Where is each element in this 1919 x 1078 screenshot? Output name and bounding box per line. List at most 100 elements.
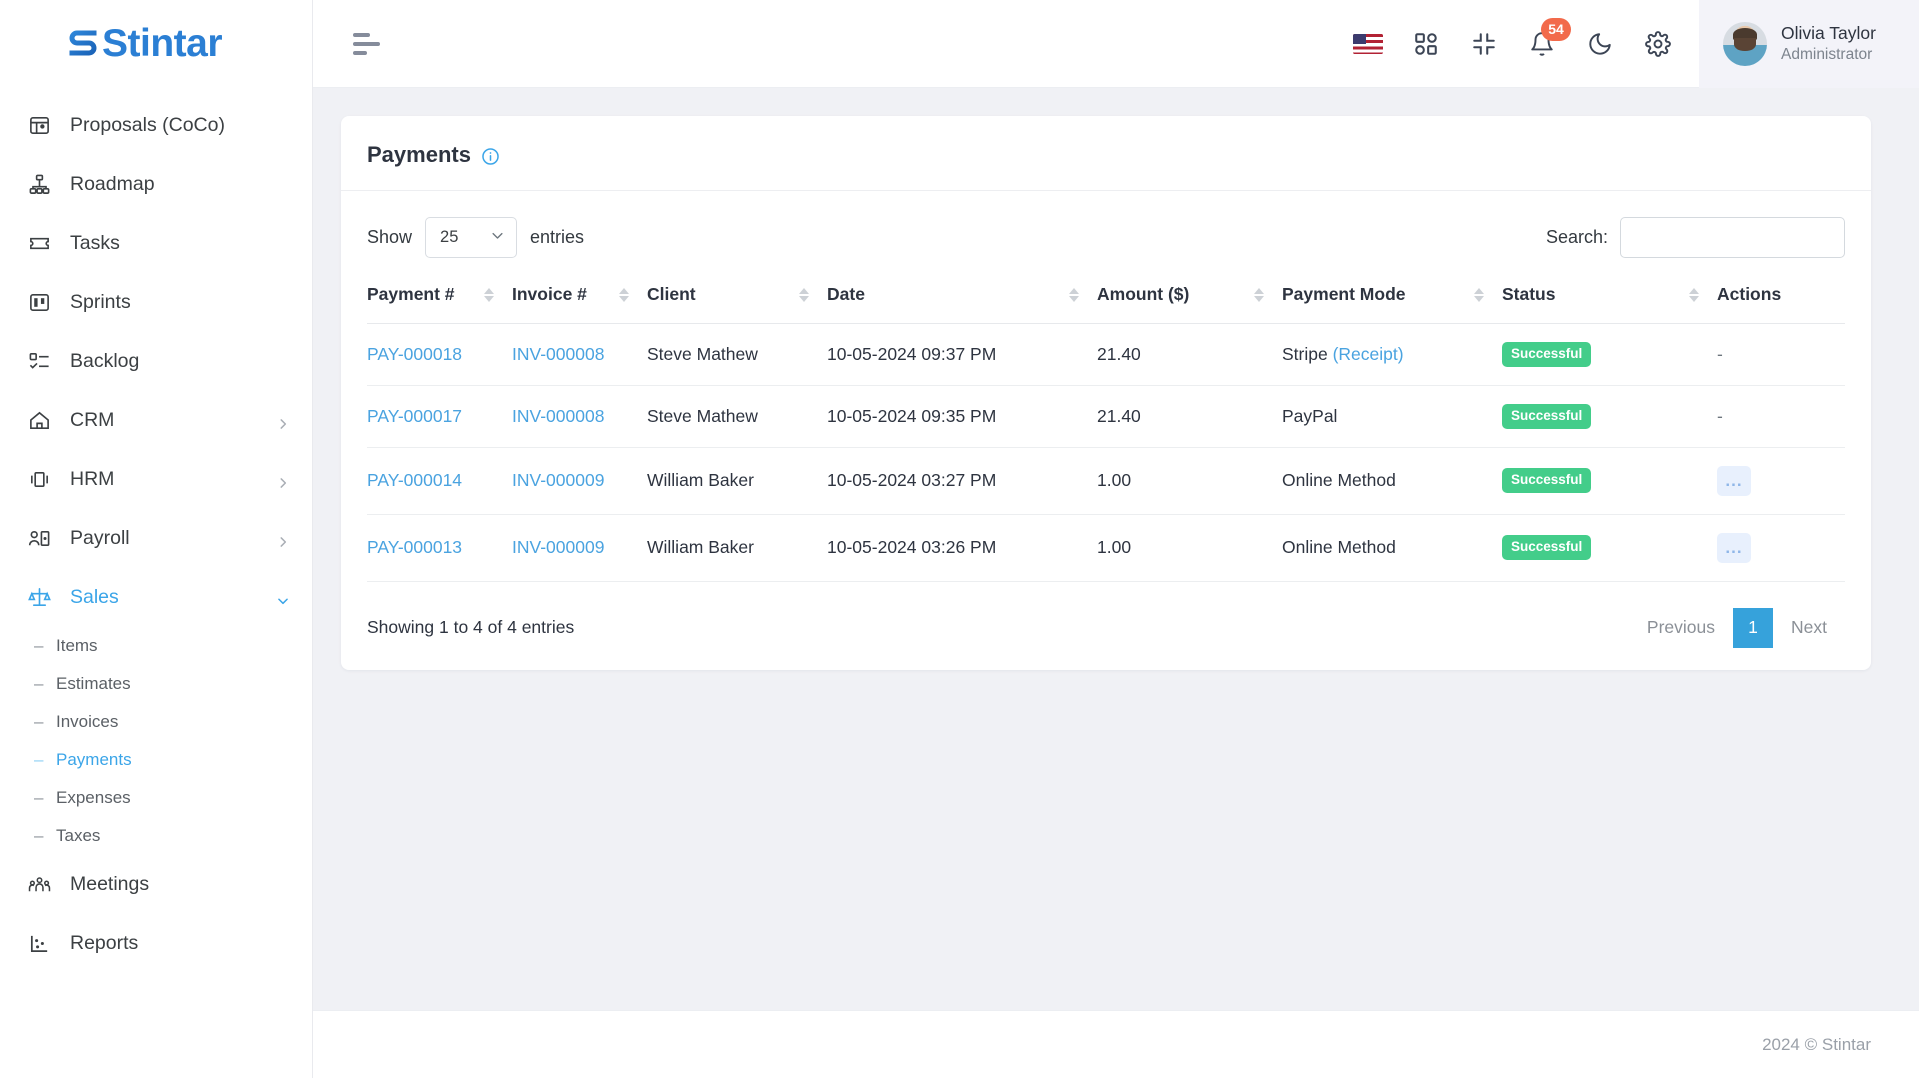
cell-payment-mode: PayPal [1282, 385, 1502, 448]
sidebar-item-label: Proposals (CoCo) [70, 114, 225, 136]
notification-bell-icon[interactable]: 54 [1527, 17, 1571, 59]
sidebar-item-meetings[interactable]: Meetings [0, 855, 312, 914]
sidebar-item-hrm[interactable]: HRM [0, 450, 312, 509]
row-actions-button[interactable]: ... [1717, 532, 1751, 563]
row-actions-button[interactable]: ... [1717, 465, 1751, 496]
cell-payment-no: PAY-000014 [367, 447, 512, 515]
column-payment-no[interactable]: Payment # [367, 284, 512, 324]
sidebar-item-label: Roadmap [70, 173, 155, 195]
sidebar-item-roadmap[interactable]: Roadmap [0, 155, 312, 214]
table-row: PAY-000014 INV-000009 William Baker 10-0… [367, 447, 1845, 515]
column-actions: Actions [1717, 284, 1845, 324]
notification-badge: 54 [1541, 17, 1571, 41]
search-label: Search: [1545, 227, 1608, 247]
profile-name: Olivia Taylor [1781, 23, 1876, 44]
dark-mode-moon-icon[interactable] [1585, 29, 1615, 59]
show-label: Show [367, 227, 413, 247]
dash-marker-icon: – [34, 788, 44, 807]
cell-client: William Baker [647, 447, 827, 515]
sidebar-item-crm[interactable]: CRM [0, 391, 312, 450]
compress-icon[interactable] [1469, 29, 1499, 59]
apps-grid-icon[interactable] [1411, 29, 1441, 59]
pagination-next[interactable]: Next [1773, 608, 1845, 647]
sort-arrows-icon [1254, 287, 1264, 302]
sidebar-subitem-estimates[interactable]: – Estimates [0, 665, 312, 703]
column-payment-mode[interactable]: Payment Mode [1282, 284, 1502, 324]
payment-link[interactable]: PAY-000018 [367, 344, 462, 364]
search-input[interactable] [1620, 217, 1845, 258]
brand-logo[interactable]: Stintar [0, 0, 312, 88]
payment-link[interactable]: PAY-000013 [367, 537, 462, 557]
reports-icon [26, 931, 52, 957]
content-area: Payments Show 25 entries Search: Payment… [313, 88, 1919, 1010]
column-status[interactable]: Status [1502, 284, 1717, 324]
dash-marker-icon: – [34, 674, 44, 693]
column-amount[interactable]: Amount ($) [1097, 284, 1282, 324]
cell-actions: - [1717, 323, 1845, 386]
table-header-row: Payment # Invoice # Client Date Amount (… [367, 284, 1845, 324]
payment-link[interactable]: PAY-000014 [367, 470, 462, 490]
profile-role: Administrator [1781, 45, 1873, 63]
cell-invoice-no: INV-000008 [512, 385, 647, 448]
cell-date: 10-05-2024 09:35 PM [827, 385, 1097, 448]
status-badge: Successful [1502, 342, 1592, 367]
sidebar-item-payroll[interactable]: Payroll [0, 509, 312, 568]
sort-arrows-icon [484, 287, 494, 302]
sidebar-item-backlog[interactable]: Backlog [0, 332, 312, 391]
sidebar-item-reports[interactable]: Reports [0, 914, 312, 973]
sidebar-item-tasks[interactable]: Tasks [0, 214, 312, 273]
cell-invoice-no: INV-000009 [512, 447, 647, 515]
pagination-previous[interactable]: Previous [1629, 608, 1733, 647]
table-controls: Show 25 entries Search: [367, 217, 1845, 258]
sort-arrows-icon [619, 287, 629, 302]
hamburger-icon[interactable] [353, 32, 383, 56]
column-date[interactable]: Date [827, 284, 1097, 324]
invoice-link[interactable]: INV-000009 [512, 470, 604, 490]
settings-gear-icon[interactable] [1643, 29, 1673, 59]
sidebar-item-proposals[interactable]: Proposals (CoCo) [0, 96, 312, 155]
column-invoice-no[interactable]: Invoice # [512, 284, 647, 324]
sidebar-subitem-payments[interactable]: – Payments [0, 741, 312, 779]
entries-summary: Showing 1 to 4 of 4 entries [367, 617, 575, 638]
column-client[interactable]: Client [647, 284, 827, 324]
tasks-icon [26, 231, 52, 257]
main-area: 54 Olivia Taylor Administrator Payments … [313, 0, 1919, 1078]
language-flag-us-icon[interactable] [1353, 29, 1383, 59]
user-profile-menu[interactable]: Olivia Taylor Administrator [1699, 0, 1919, 88]
cell-client: Steve Mathew [647, 323, 827, 386]
sales-icon [26, 585, 52, 611]
stintar-s-mark-icon [66, 26, 100, 62]
invoice-link[interactable]: INV-000008 [512, 344, 604, 364]
cell-status: Successful [1502, 385, 1717, 448]
pagination-page-1[interactable]: 1 [1733, 607, 1774, 648]
info-circle-icon[interactable] [481, 146, 500, 165]
cell-actions: ... [1717, 514, 1845, 582]
cell-status: Successful [1502, 447, 1717, 515]
table-head: Payment # Invoice # Client Date Amount (… [367, 284, 1845, 324]
invoice-link[interactable]: INV-000008 [512, 406, 604, 426]
search-control: Search: [1546, 217, 1845, 258]
payment-link[interactable]: PAY-000017 [367, 406, 462, 426]
receipt-link[interactable]: (Receipt) [1333, 344, 1404, 364]
sidebar-subitem-taxes[interactable]: – Taxes [0, 817, 312, 855]
dash-marker-icon: – [34, 826, 44, 845]
invoice-link[interactable]: INV-000009 [512, 537, 604, 557]
sales-subnav: – Items – Estimates – Invoices – Payment… [0, 627, 312, 855]
chevron-right-icon [276, 473, 290, 488]
sidebar-subitem-label: Expenses [56, 788, 131, 807]
chevron-down-icon [490, 228, 505, 248]
sort-arrows-icon [799, 287, 809, 302]
sidebar-subitem-expenses[interactable]: – Expenses [0, 779, 312, 817]
sidebar-item-sprints[interactable]: Sprints [0, 273, 312, 332]
table-row: PAY-000018 INV-000008 Steve Mathew 10-05… [367, 323, 1845, 386]
avatar [1723, 21, 1767, 66]
column-label: Status [1502, 284, 1556, 304]
table-row: PAY-000013 INV-000009 William Baker 10-0… [367, 514, 1845, 582]
entries-label: entries [530, 227, 585, 247]
sidebar-subitem-invoices[interactable]: – Invoices [0, 703, 312, 741]
sidebar-subitem-items[interactable]: – Items [0, 627, 312, 665]
table-footer: Showing 1 to 4 of 4 entries Previous 1 N… [367, 582, 1845, 648]
page-size-select[interactable]: 25 [425, 217, 518, 258]
sidebar-item-sales[interactable]: Sales [0, 568, 312, 627]
chevron-right-icon [276, 414, 290, 429]
